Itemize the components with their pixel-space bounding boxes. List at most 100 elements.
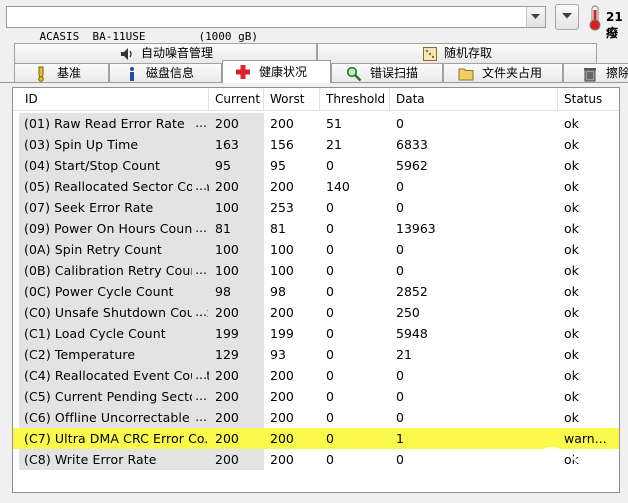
cell-id: (C7) Ultra DMA CRC Error Co... [24, 431, 209, 446]
cell-current: 129 [209, 344, 264, 365]
cell-threshold: 0 [326, 431, 334, 446]
tab-label: 自动噪音管理 [141, 46, 214, 60]
truncation-ellipsis: ... [192, 365, 207, 386]
cell-worst: 81 [270, 221, 286, 236]
cell-status: ok [564, 179, 579, 194]
cell-id: (C4) Reallocated Event Count... [19, 365, 209, 386]
tab-label: 健康状况 [259, 65, 308, 79]
cell-current: 98 [209, 281, 264, 302]
truncation-ellipsis: ... [192, 176, 207, 197]
table-row[interactable]: (04) Start/Stop Count 95 95 0 5962 ok [13, 155, 619, 176]
table-row[interactable]: (C2) Temperature 129 93 0 21 ok [13, 344, 619, 365]
table-row[interactable]: (09) Power On Hours Count... 81 81 0 13963 ok [13, 218, 619, 239]
cell-threshold: 0 [326, 242, 334, 257]
cell-current: 100 [209, 197, 264, 218]
column-header-worst[interactable]: Worst [264, 88, 320, 110]
cell-data: 13963 [396, 221, 436, 236]
cell-worst: 200 [270, 410, 294, 425]
cell-status: ok [564, 452, 579, 467]
erase-icon [584, 68, 596, 82]
dropdown-arrow-icon[interactable] [526, 7, 545, 27]
cell-threshold: 0 [326, 263, 334, 278]
drive-select[interactable]: ACASIS BA-11USE (1000 gB) [6, 6, 546, 43]
drive-menu-button[interactable] [555, 4, 579, 30]
tab-erase[interactable]: 擦除 [563, 63, 628, 83]
cell-data: 0 [396, 452, 404, 467]
cell-id: (03) Spin Up Time [19, 134, 209, 155]
tab-label: 错误扫描 [370, 66, 419, 80]
magnifier-icon [346, 66, 362, 82]
cell-worst: 200 [270, 305, 294, 320]
table-row[interactable]: (0A) Spin Retry Count 100 100 0 0 ok [13, 239, 619, 260]
table-row[interactable]: (0B) Calibration Retry Count... 100 100 0 0 o… [13, 260, 619, 281]
cell-status: ok [564, 389, 579, 404]
cell-current: 199 [209, 323, 264, 344]
column-header-threshold[interactable]: Threshold [320, 88, 390, 110]
cell-current: 95 [209, 155, 264, 176]
cell-worst: 200 [270, 179, 294, 194]
cell-data: 0 [396, 116, 404, 131]
cell-threshold: 0 [326, 158, 334, 173]
cell-data: 250 [396, 305, 420, 320]
cell-current: 200 [209, 386, 264, 407]
table-row[interactable]: (C5) Current Pending Sector... 200 200 0 0 ok [13, 386, 619, 407]
tab-random-access[interactable]: 随机存取 [317, 43, 597, 63]
cell-data: 1 [396, 431, 404, 446]
cell-worst: 93 [270, 347, 286, 362]
cell-id: (09) Power On Hours Count... [19, 218, 209, 239]
truncation-ellipsis: ... [192, 407, 207, 428]
cell-current: 100 [209, 260, 264, 281]
cell-data: 0 [396, 389, 404, 404]
cell-current: 200 [209, 176, 264, 197]
truncation-ellipsis: ... [192, 260, 207, 281]
table-row[interactable]: (0C) Power Cycle Count 98 98 0 2852 ok [13, 281, 619, 302]
column-header-current[interactable]: Current [209, 88, 264, 110]
table-row[interactable]: (C8) Write Error Rate 200 200 0 0 ok [13, 449, 619, 470]
cell-id: (01) Raw Read Error Rate... [19, 113, 209, 134]
table-row[interactable]: (03) Spin Up Time 163 156 21 6833 ok [13, 134, 619, 155]
table-row[interactable]: (01) Raw Read Error Rate... 200 200 51 0 ok [13, 113, 619, 134]
cell-threshold: 0 [326, 284, 334, 299]
cell-worst: 98 [270, 284, 286, 299]
thermometer-icon [589, 5, 601, 31]
column-header-id[interactable]: ID [19, 88, 209, 110]
table-row[interactable]: (C4) Reallocated Event Count... 200 200 0 0 o… [13, 365, 619, 386]
table-header: ID Current Worst Threshold Data Status [13, 88, 619, 111]
column-header-data[interactable]: Data [390, 88, 558, 110]
toolbar: ACASIS BA-11USE (1000 gB) 21 癈 [0, 0, 628, 43]
tab-folder-usage[interactable]: 文件夹占用 [443, 63, 563, 83]
smart-table[interactable]: ID Current Worst Threshold Data Status (… [12, 87, 620, 493]
tab-benchmark[interactable]: 基准 [14, 63, 109, 83]
cell-status: ok [564, 284, 579, 299]
cell-data: 2852 [396, 284, 428, 299]
benchmark-icon [38, 66, 44, 82]
cell-threshold: 0 [326, 410, 334, 425]
table-row[interactable]: (C1) Load Cycle Count 199 199 0 5948 ok [13, 323, 619, 344]
cell-data: 5962 [396, 158, 428, 173]
table-row[interactable]: (C6) Offline Uncorrectable... 200 200 0 0 ok [13, 407, 619, 428]
truncation-ellipsis: ... [192, 386, 207, 407]
cell-id: (07) Seek Error Rate [19, 197, 209, 218]
cell-worst: 95 [270, 158, 286, 173]
table-row[interactable]: (05) Reallocated Sector Count... 200 200 14… [13, 176, 619, 197]
cell-status: ok [564, 158, 579, 173]
table-row[interactable]: (C0) Unsafe Shutdown Count... 200 200 0 250 o… [13, 302, 619, 323]
temperature-display: 21 癈 [588, 4, 628, 40]
cell-id: (0C) Power Cycle Count [19, 281, 209, 302]
cell-status: ok [564, 305, 579, 320]
cell-current: 163 [209, 134, 264, 155]
cell-id: (C1) Load Cycle Count [19, 323, 209, 344]
cell-data: 5948 [396, 326, 428, 341]
cell-threshold: 51 [326, 116, 342, 131]
cell-data: 21 [396, 347, 412, 362]
tab-disk-info[interactable]: 磁盘信息 [109, 63, 222, 83]
tab-health[interactable]: 健康状况 [222, 60, 331, 83]
cell-status: warn... [564, 431, 607, 446]
cell-worst: 100 [270, 263, 294, 278]
tab-label: 文件夹占用 [482, 66, 543, 80]
tab-error-scan[interactable]: 错误扫描 [331, 63, 443, 83]
column-header-status[interactable]: Status [558, 88, 619, 110]
table-row-warning[interactable]: (C7) Ultra DMA CRC Error Co... 200 200 0 1 wa… [13, 428, 619, 449]
table-row[interactable]: (07) Seek Error Rate 100 253 0 0 ok [13, 197, 619, 218]
cell-worst: 200 [270, 452, 294, 467]
